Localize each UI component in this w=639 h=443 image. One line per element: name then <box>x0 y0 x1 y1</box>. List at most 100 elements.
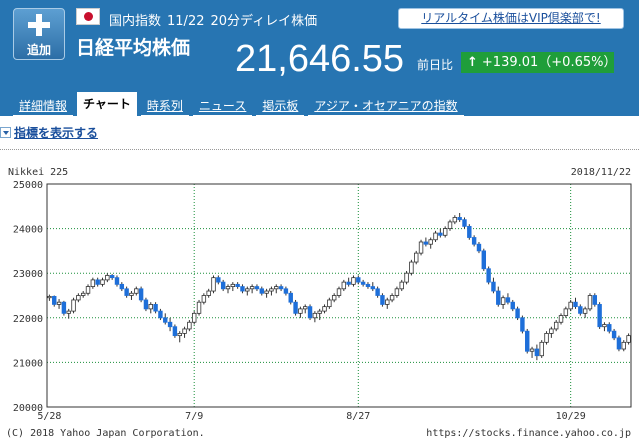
x-tick-label: 5/28 <box>37 411 61 422</box>
up-arrow-icon: ↑ <box>467 55 478 70</box>
candle-body-down <box>467 225 472 238</box>
candle-body-down <box>573 301 578 308</box>
candle <box>109 274 115 280</box>
candle-body-up <box>264 290 269 294</box>
candle <box>442 226 448 238</box>
candle-body-up <box>587 295 593 310</box>
candle-body-up <box>47 295 52 299</box>
candle <box>356 275 361 285</box>
candle-body-up <box>563 308 569 316</box>
candle-body-up <box>414 252 419 263</box>
candle <box>307 304 313 321</box>
candle-body-down <box>254 286 260 290</box>
candle <box>626 333 631 345</box>
candle-body-down <box>607 324 612 332</box>
candle <box>129 291 134 300</box>
show-indicators-toggle[interactable]: 指標を表示する <box>0 124 98 141</box>
candle <box>438 228 443 238</box>
candle-body-up <box>341 281 347 290</box>
candle-body-up <box>312 312 318 319</box>
candle <box>167 317 173 332</box>
tab-details[interactable]: 詳細情報 <box>13 96 74 116</box>
candle-body-up <box>544 333 549 343</box>
candle <box>153 302 158 314</box>
candle-body-down <box>525 330 530 352</box>
candle-body-up <box>182 328 187 334</box>
candle-body-up <box>303 306 308 310</box>
candle <box>611 328 617 341</box>
candle <box>269 286 274 296</box>
candle <box>558 313 564 325</box>
candle <box>602 322 607 332</box>
candle <box>85 284 91 296</box>
tab-board[interactable]: 掲示板 <box>256 96 305 116</box>
candle-body-down <box>515 308 520 319</box>
candle <box>216 275 221 285</box>
candle-body-down <box>278 286 284 290</box>
candle <box>182 326 187 338</box>
candle-body-up <box>76 295 81 301</box>
candle <box>491 277 496 294</box>
candle-body-up <box>269 288 274 292</box>
candle-body-up <box>626 335 631 343</box>
candle-body-down <box>592 295 598 305</box>
candle-body-down <box>578 306 583 314</box>
candle-body-down <box>172 326 178 337</box>
candle-body-down <box>423 241 429 245</box>
candle-body-down <box>375 288 380 296</box>
candle <box>496 286 501 307</box>
candle-body-up <box>385 299 390 305</box>
candle-body-down <box>611 330 617 339</box>
candle-body-down <box>158 310 163 319</box>
candle-body-up <box>201 295 207 303</box>
candle-body-up <box>80 292 86 296</box>
candle-body-up <box>85 286 91 294</box>
candle <box>288 291 293 305</box>
candle-body-down <box>356 277 361 283</box>
delay-note: 20分ディレイ株価 <box>210 14 318 29</box>
candle-body-up <box>351 277 356 285</box>
candle <box>394 286 400 298</box>
chart-title: Nikkei 225 <box>8 167 68 178</box>
y-tick-label: 22000 <box>13 314 43 325</box>
candle-body-down <box>481 250 487 270</box>
x-tick-label: 7/9 <box>185 411 203 422</box>
y-tick-label: 23000 <box>13 269 43 280</box>
candle <box>230 282 236 292</box>
candle-body-up <box>211 277 216 292</box>
candle-body-down <box>520 317 525 332</box>
quote-meta: 国内指数 11/22 20分ディレイ株価 <box>109 10 323 29</box>
candle <box>520 315 525 334</box>
candle-body-up <box>394 288 400 296</box>
tab-asia-oceania[interactable]: アジア・オセアニアの指数 <box>308 96 464 116</box>
candle <box>346 277 351 287</box>
candle <box>47 294 52 301</box>
candle-body-down <box>370 286 375 290</box>
candle-body-up <box>549 328 554 334</box>
candle-body-down <box>293 301 298 314</box>
candle <box>134 286 139 296</box>
tab-chart[interactable]: チャート <box>77 92 137 116</box>
candle <box>341 279 347 292</box>
candle-body-down <box>510 301 515 310</box>
candle-body-up <box>621 341 626 350</box>
candle-body-down <box>124 288 129 296</box>
copyright: (C) 2018 Yahoo Japan Corporation. <box>6 428 205 439</box>
candle <box>505 293 511 305</box>
candle <box>471 235 477 247</box>
candle-body-down <box>283 288 289 294</box>
candle-body-down <box>288 292 293 303</box>
candle <box>428 237 433 249</box>
vip-club-link[interactable]: リアルタイム株価はVIP倶楽部で! <box>398 8 624 29</box>
candle-body-up <box>100 279 105 285</box>
candle-body-up <box>399 281 404 290</box>
candle <box>375 286 380 298</box>
candle-body-down <box>505 297 511 303</box>
candles <box>47 212 631 361</box>
candle <box>418 239 424 256</box>
tab-news[interactable]: ニュース <box>192 96 253 116</box>
candle-body-down <box>167 321 173 328</box>
tab-history[interactable]: 時系列 <box>140 96 189 116</box>
candle <box>143 297 149 312</box>
add-to-portfolio-button[interactable]: 追加 <box>13 8 65 60</box>
